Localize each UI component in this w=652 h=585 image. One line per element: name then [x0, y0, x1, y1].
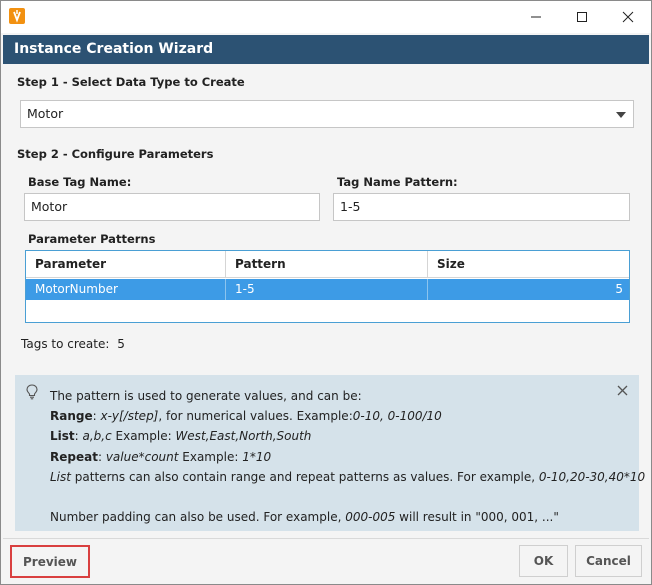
cell-size[interactable]: 5	[428, 279, 629, 300]
preview-button[interactable]: Preview	[10, 545, 90, 578]
help-padding: Number padding can also be used. For exa…	[50, 510, 559, 525]
cell-pattern[interactable]: 1-5	[226, 279, 428, 300]
column-header-pattern[interactable]: Pattern	[226, 251, 428, 278]
parameter-patterns-title: Parameter Patterns	[28, 232, 156, 246]
tag-name-pattern-input[interactable]: 1-5	[333, 193, 630, 221]
pattern-help-panel: The pattern is used to generate values, …	[15, 375, 646, 531]
footer-divider	[3, 538, 649, 539]
data-type-value: Motor	[27, 106, 64, 121]
data-type-dropdown[interactable]: Motor	[20, 100, 634, 128]
minimize-icon[interactable]	[513, 1, 559, 33]
ignition-app-icon	[9, 8, 25, 24]
step1-label: Step 1 - Select Data Type to Create	[17, 75, 245, 89]
tags-to-create: Tags to create: 5	[21, 337, 125, 351]
help-intro: The pattern is used to generate values, …	[50, 389, 362, 403]
wizard-header: Instance Creation Wizard	[3, 35, 649, 64]
column-header-parameter[interactable]: Parameter	[26, 251, 226, 278]
close-icon[interactable]	[605, 1, 651, 33]
help-repeat: Repeat: value*count Example: 1*10	[50, 449, 272, 464]
tags-to-create-label: Tags to create:	[21, 337, 110, 351]
base-tag-label: Base Tag Name:	[28, 175, 132, 189]
cell-parameter[interactable]: MotorNumber	[26, 279, 226, 300]
title-bar	[1, 1, 651, 33]
help-text: The pattern is used to generate values, …	[50, 386, 646, 527]
table-header: Parameter Pattern Size	[26, 251, 629, 278]
ok-button[interactable]: OK	[519, 545, 568, 577]
base-tag-input[interactable]: Motor	[24, 193, 320, 221]
parameter-patterns-table: Parameter Pattern Size MotorNumber 1-5 5	[25, 250, 630, 323]
lightbulb-icon	[25, 384, 39, 403]
tags-to-create-count: 5	[117, 337, 125, 351]
maximize-icon[interactable]	[559, 1, 605, 33]
help-list: List: a,b,c Example: West,East,North,Sou…	[50, 429, 312, 444]
table-row[interactable]: MotorNumber 1-5 5	[26, 279, 629, 300]
column-header-size[interactable]: Size	[428, 251, 629, 278]
chevron-down-icon	[616, 112, 626, 118]
wizard-window: Instance Creation Wizard Step 1 - Select…	[0, 0, 652, 585]
cancel-button[interactable]: Cancel	[575, 545, 642, 577]
help-range: Range: x-y[/step], for numerical values.…	[50, 409, 442, 424]
tag-name-pattern-label: Tag Name Pattern:	[337, 175, 458, 189]
help-nested: List patterns can also contain range and…	[50, 469, 646, 484]
step2-label: Step 2 - Configure Parameters	[17, 147, 214, 161]
